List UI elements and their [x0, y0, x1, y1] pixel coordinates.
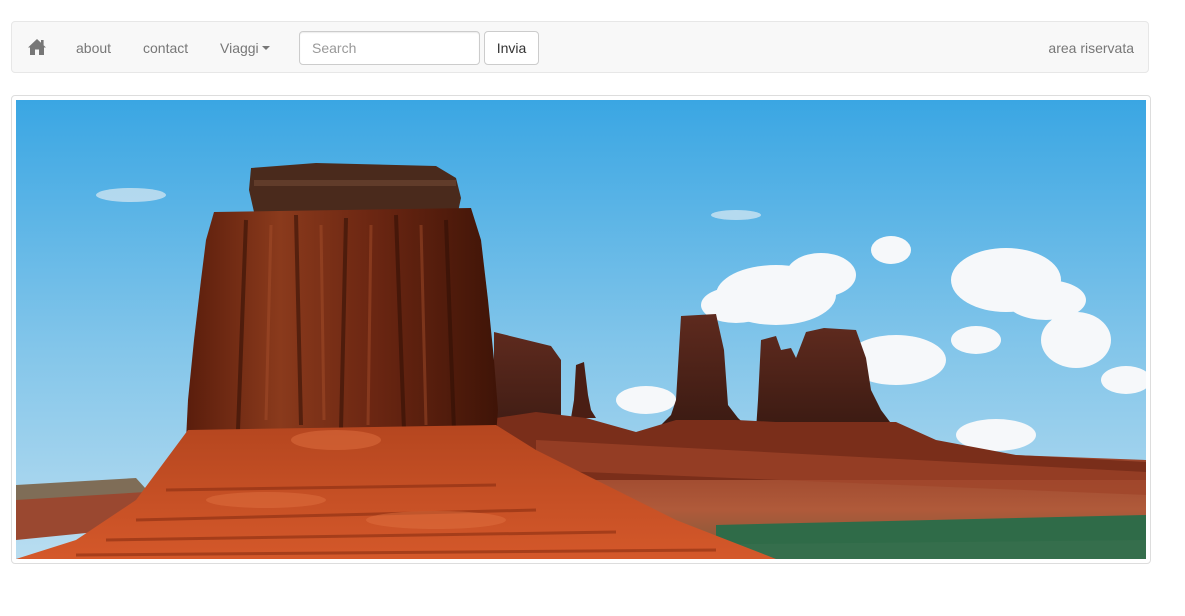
search-input[interactable]	[299, 31, 480, 65]
top-navbar: about contact Viaggi Invia area riservat…	[11, 21, 1149, 73]
banner-thumbnail	[11, 95, 1151, 564]
nav-dropdown-label: Viaggi	[220, 40, 259, 56]
landscape-photo	[16, 100, 1146, 559]
submit-button[interactable]: Invia	[484, 31, 539, 65]
caret-down-icon	[261, 46, 270, 51]
nav-link-area-riservata[interactable]: area riservata	[1048, 39, 1134, 57]
home-icon[interactable]	[27, 38, 47, 56]
nav-dropdown-viaggi[interactable]: Viaggi	[220, 39, 270, 57]
nav-link-contact[interactable]: contact	[143, 39, 188, 57]
nav-link-about[interactable]: about	[76, 39, 111, 57]
